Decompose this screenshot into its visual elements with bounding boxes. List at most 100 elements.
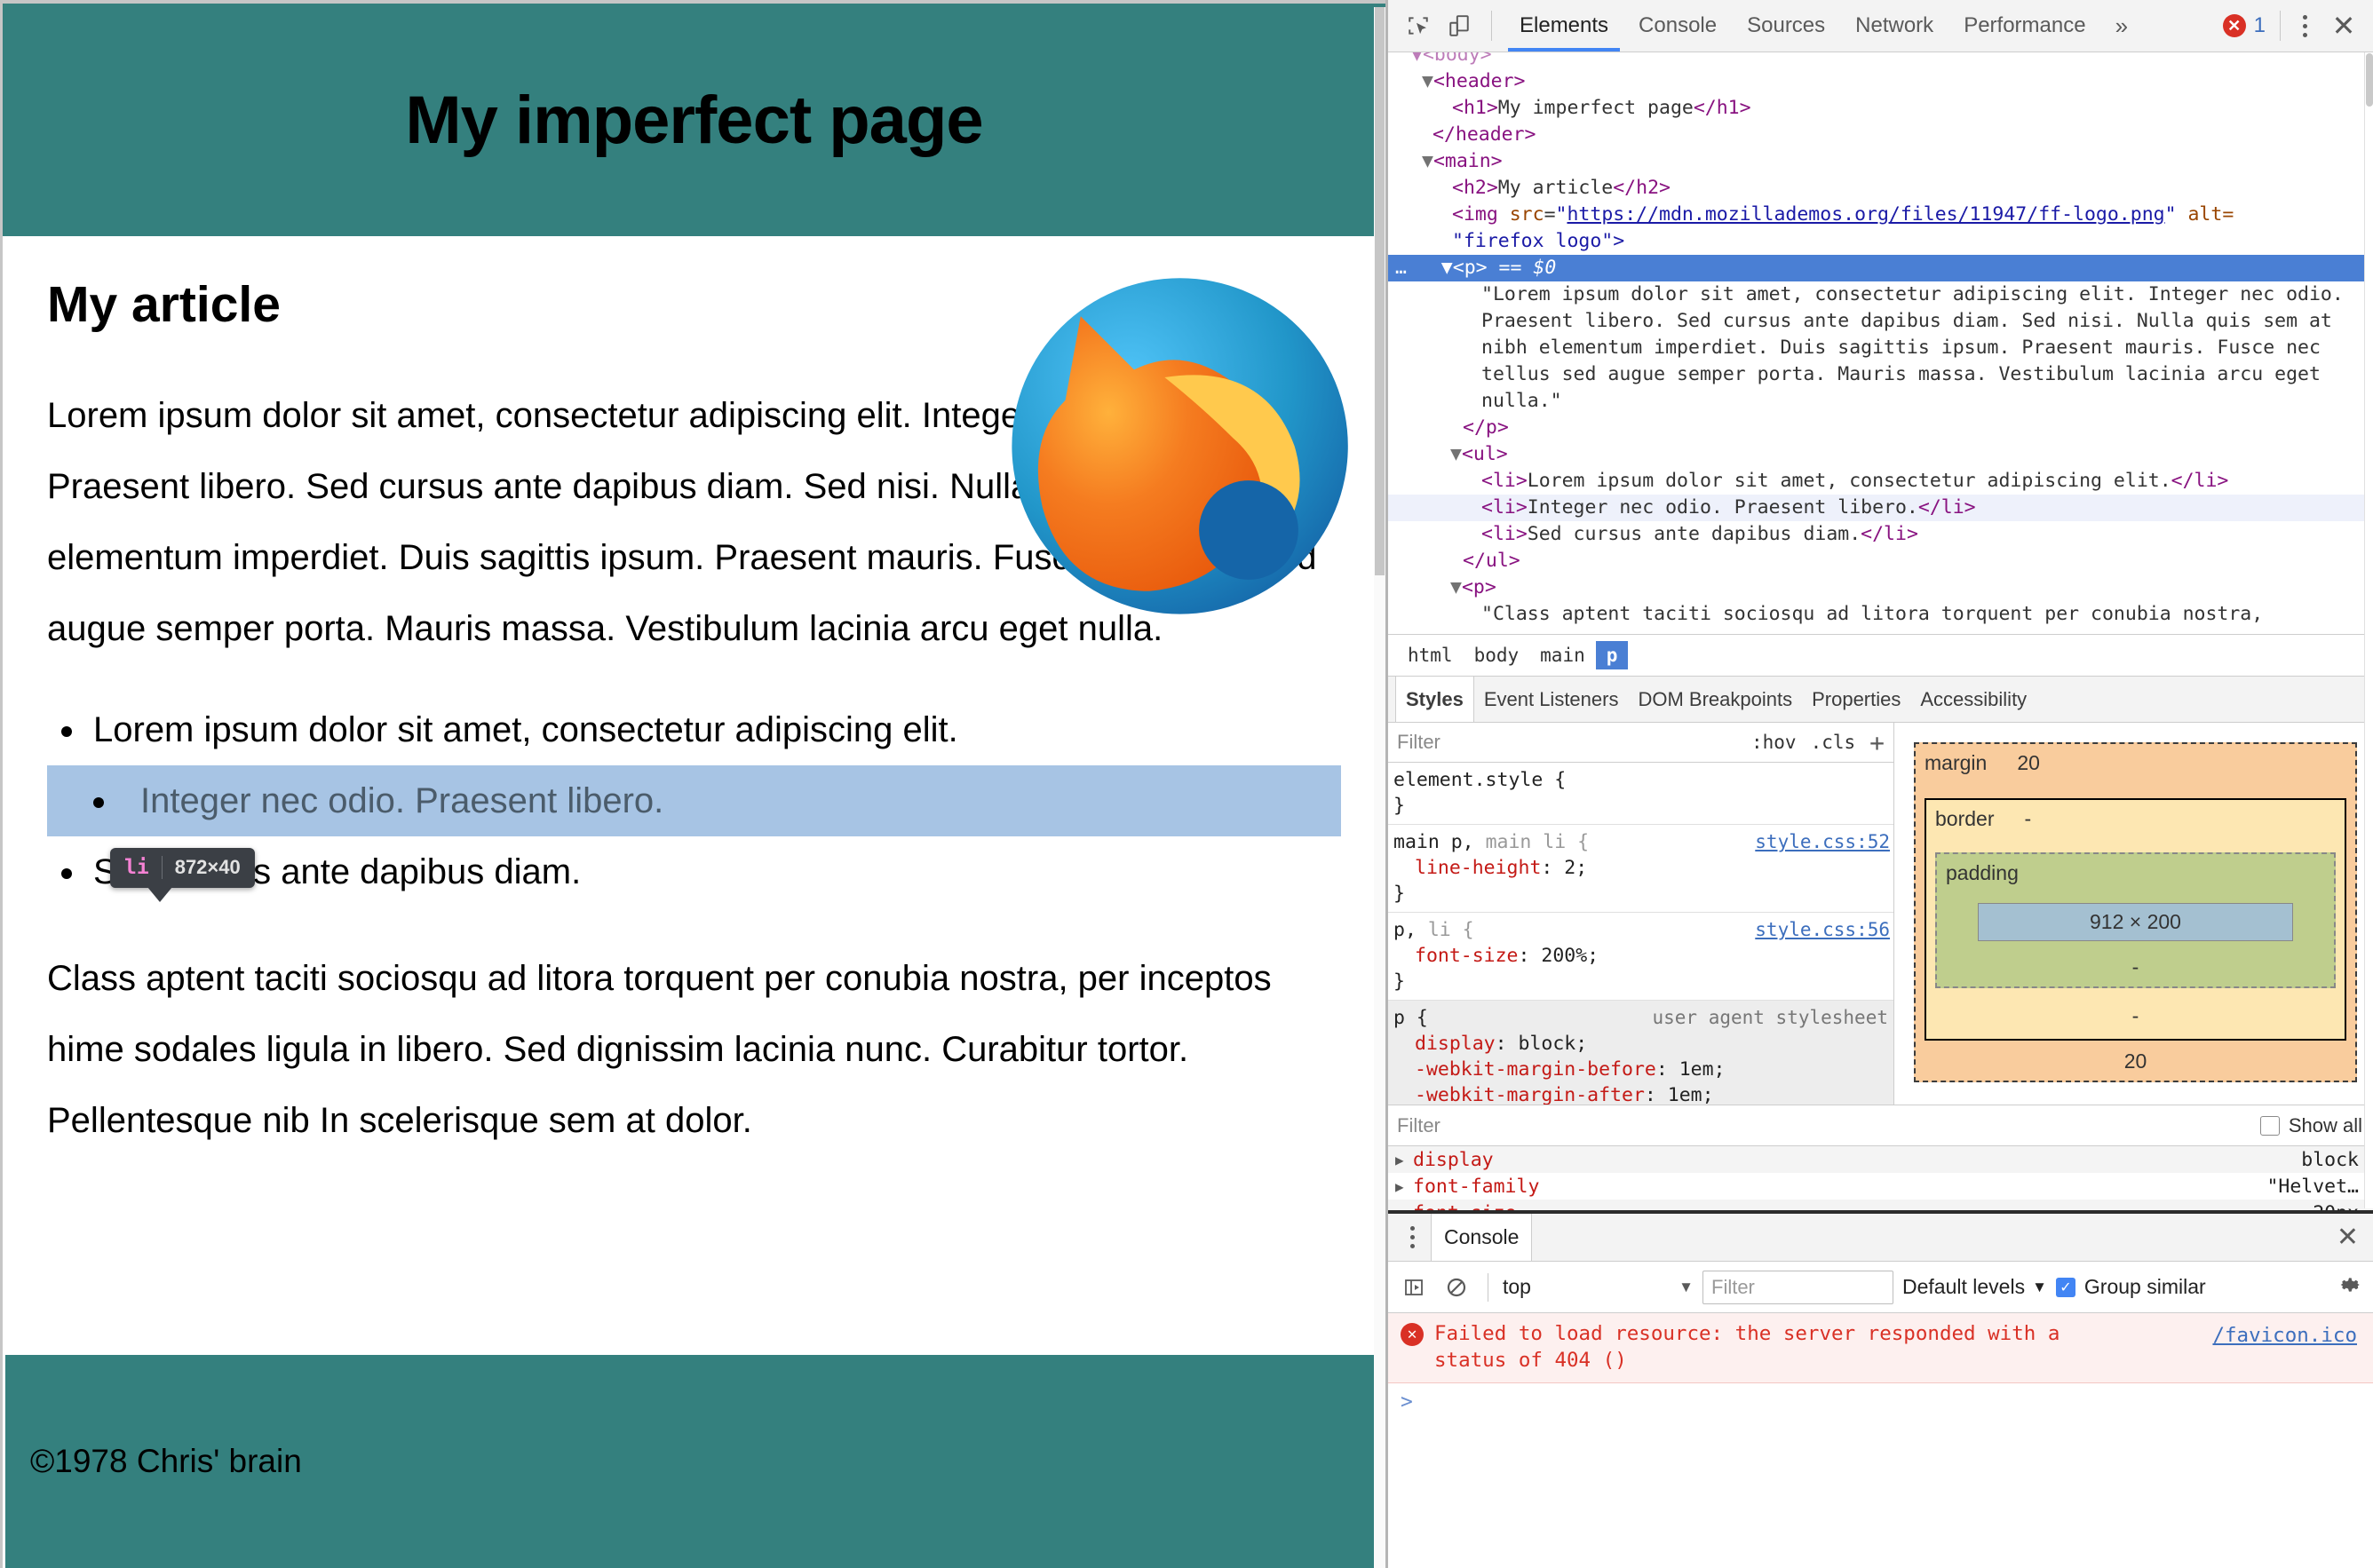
- dom-node-p-text[interactable]: "Lorem ipsum dolor sit amet, consectetur…: [1388, 281, 2356, 415]
- chevron-right-icon[interactable]: ▶: [1395, 1152, 1413, 1168]
- console-error-message[interactable]: ✕ Failed to load resource: the server re…: [1388, 1313, 2373, 1383]
- dom-node-h2[interactable]: <h2>My article</h2>: [1388, 175, 2373, 202]
- page-scrollbar[interactable]: [1374, 7, 1385, 1568]
- tab-performance[interactable]: Performance: [1948, 0, 2100, 51]
- css-rule-main-p[interactable]: main p, main li { style.css:52 line-heig…: [1388, 825, 1893, 913]
- devtools-scrollbar-thumb[interactable]: [2366, 53, 2373, 107]
- device-toolbar-icon[interactable]: [1440, 6, 1479, 45]
- rule-selector[interactable]: main p,: [1393, 831, 1486, 853]
- css-property-value[interactable]: 1em;: [1679, 1058, 1726, 1081]
- console-prompt[interactable]: >: [1388, 1383, 2373, 1421]
- dom-node-li-1[interactable]: <li>Lorem ipsum dolor sit amet, consecte…: [1388, 468, 2373, 495]
- box-model-border-top[interactable]: -: [2024, 807, 2031, 831]
- drawer-tab-console[interactable]: Console: [1431, 1214, 1533, 1261]
- box-model-padding-bottom[interactable]: -: [1946, 955, 2325, 979]
- tab-network[interactable]: Network: [1840, 0, 1948, 51]
- box-model-margin-top[interactable]: 20: [2017, 751, 2040, 775]
- tab-accessibility[interactable]: Accessibility: [1910, 677, 2036, 722]
- rule-selector[interactable]: element.style {: [1393, 769, 1566, 791]
- dom-node-h1[interactable]: <h1>My imperfect page</h1>: [1388, 95, 2373, 122]
- dom-node-img[interactable]: <img src="https://mdn.mozillademos.org/f…: [1388, 202, 2373, 228]
- error-count-badge[interactable]: ✕ 1: [2222, 13, 2278, 38]
- show-all-toggle[interactable]: Show all: [2259, 1114, 2362, 1137]
- dom-node-header-close[interactable]: </header>: [1388, 122, 2373, 148]
- dom-tree[interactable]: ▼<body> ▼<header> <h1>My imperfect page<…: [1388, 52, 2373, 634]
- box-model-margin-bottom[interactable]: 20: [1925, 1049, 2346, 1073]
- tab-dom-breakpoints[interactable]: DOM Breakpoints: [1628, 677, 1802, 722]
- rule-selector[interactable]: p,: [1393, 919, 1428, 941]
- css-property-name[interactable]: font-size: [1415, 945, 1519, 967]
- dom-node-p-close[interactable]: </p>: [1388, 415, 2373, 441]
- dom-node-ul-close[interactable]: </ul>: [1388, 548, 2373, 574]
- drawer-close-icon[interactable]: ✕: [2337, 1222, 2373, 1253]
- computed-filter-input[interactable]: Filter: [1397, 1114, 1440, 1137]
- tab-elements[interactable]: Elements: [1504, 0, 1623, 51]
- console-error-source-link[interactable]: /favicon.ico: [2212, 1322, 2357, 1349]
- devtools-scrollbar[interactable]: [2364, 53, 2373, 1208]
- breadcrumb-item-html[interactable]: html: [1397, 641, 1464, 669]
- css-rule-user-agent[interactable]: p { user agent stylesheet display: block…: [1388, 1001, 1893, 1105]
- chevron-down-icon[interactable]: ▼: [1679, 1279, 1694, 1296]
- clear-console-icon[interactable]: [1440, 1271, 1473, 1304]
- cls-toggle[interactable]: .cls: [1811, 732, 1856, 753]
- show-all-checkbox[interactable]: [2259, 1115, 2280, 1136]
- chevron-right-icon[interactable]: ▶: [1395, 1178, 1413, 1195]
- css-property-value[interactable]: block;: [1519, 1033, 1588, 1055]
- css-property-name[interactable]: -webkit-margin-before: [1415, 1058, 1656, 1081]
- gear-icon[interactable]: [2339, 1273, 2362, 1301]
- tab-console[interactable]: Console: [1623, 0, 1732, 51]
- css-rule-p-li[interactable]: p, li { style.css:56 font-size: 200%; }: [1388, 913, 1893, 1001]
- dom-node-img-alt[interactable]: "firefox logo">: [1388, 228, 2373, 255]
- styles-filter-input[interactable]: Filter: [1397, 731, 1440, 754]
- breadcrumb-item-p[interactable]: p: [1595, 641, 1629, 669]
- more-tabs-icon[interactable]: »: [2101, 12, 2142, 40]
- css-property-name[interactable]: display: [1415, 1033, 1496, 1055]
- group-similar-checkbox[interactable]: ✓: [2055, 1277, 2075, 1297]
- rule-selector[interactable]: p {: [1393, 1007, 1428, 1029]
- css-property-value[interactable]: 1em;: [1668, 1084, 1714, 1105]
- page-scrollbar-thumb[interactable]: [1375, 7, 1385, 575]
- console-context-select[interactable]: top ▼: [1503, 1275, 1694, 1299]
- rule-source-link[interactable]: style.css:52: [1755, 829, 1890, 855]
- box-model-margin[interactable]: margin 20 border - padding 912 × 200 - -…: [1914, 742, 2357, 1082]
- dom-node-p-selected[interactable]: … ▼<p> == $0: [1388, 255, 2373, 281]
- group-similar-toggle[interactable]: ✓ Group similar: [2055, 1275, 2206, 1299]
- console-levels-select[interactable]: Default levels ▼: [1902, 1275, 2047, 1299]
- dom-node-ul-open[interactable]: ▼<ul>: [1388, 441, 2373, 468]
- dom-node-body[interactable]: ▼<body>: [1388, 52, 2373, 68]
- dom-node-header-open[interactable]: ▼<header>: [1388, 68, 2373, 95]
- rule-selector-dim[interactable]: main li {: [1486, 831, 1590, 853]
- list-item-highlighted[interactable]: Integer nec odio. Praesent libero.: [47, 765, 1341, 836]
- hov-toggle[interactable]: :hov: [1751, 732, 1797, 753]
- dom-node-main-open[interactable]: ▼<main>: [1388, 148, 2373, 175]
- box-model-padding[interactable]: padding 912 × 200 -: [1935, 852, 2336, 988]
- css-property-name[interactable]: -webkit-margin-after: [1415, 1084, 1645, 1105]
- inspect-element-icon[interactable]: [1399, 6, 1438, 45]
- dom-node-li-2-hovered[interactable]: <li>Integer nec odio. Praesent libero.</…: [1388, 495, 2373, 521]
- computed-row[interactable]: ▶ display block: [1388, 1146, 2373, 1173]
- dom-node-p2-open[interactable]: ▼<p>: [1388, 574, 2373, 601]
- console-filter-input[interactable]: Filter: [1702, 1270, 1893, 1304]
- dom-node-li-3[interactable]: <li>Sed cursus ante dapibus diam.</li>: [1388, 521, 2373, 548]
- rule-selector-dim[interactable]: li {: [1428, 919, 1474, 941]
- css-property-value[interactable]: 2;: [1564, 857, 1587, 879]
- css-rule-element-style[interactable]: element.style { }: [1388, 763, 1893, 825]
- tab-properties[interactable]: Properties: [1802, 677, 1910, 722]
- css-property-value[interactable]: 200%;: [1541, 945, 1599, 967]
- tab-styles[interactable]: Styles: [1395, 677, 1474, 722]
- computed-row[interactable]: ▶ font-family "Helvet…: [1388, 1173, 2373, 1200]
- drawer-kebab-menu-icon[interactable]: [1393, 1218, 1431, 1257]
- tab-sources[interactable]: Sources: [1732, 0, 1840, 51]
- box-model-content-size[interactable]: 912 × 200: [1978, 903, 2293, 941]
- tab-event-listeners[interactable]: Event Listeners: [1474, 677, 1629, 722]
- chevron-down-icon[interactable]: ▼: [2032, 1279, 2047, 1296]
- rule-source-link[interactable]: style.css:56: [1755, 917, 1890, 943]
- box-model-border-bottom[interactable]: -: [1935, 1004, 2336, 1028]
- css-property-name[interactable]: line-height: [1415, 857, 1541, 879]
- console-sidebar-icon[interactable]: [1397, 1271, 1431, 1304]
- add-rule-button[interactable]: +: [1869, 728, 1885, 757]
- dom-node-p2-text[interactable]: "Class aptent taciti sociosqu ad litora …: [1388, 601, 2373, 628]
- close-icon[interactable]: ✕: [2323, 12, 2364, 40]
- kebab-menu-icon[interactable]: [2286, 6, 2323, 45]
- breadcrumb-item-main[interactable]: main: [1529, 641, 1596, 669]
